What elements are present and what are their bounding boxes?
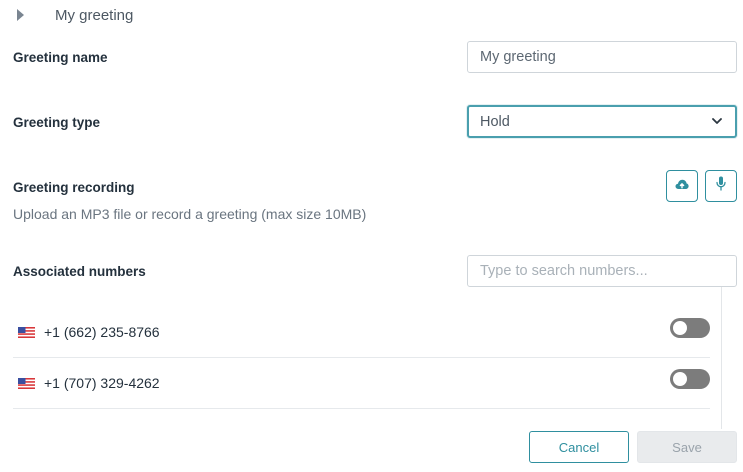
number-search-input[interactable]	[467, 255, 737, 287]
phone-number: +1 (662) 235-8766	[44, 324, 160, 340]
upload-recording-button[interactable]	[666, 170, 698, 202]
caret-right-icon[interactable]	[17, 9, 24, 21]
toggle-knob	[673, 321, 687, 335]
number-row: +1 (662) 235-8766	[13, 307, 710, 358]
greeting-type-value: Hold	[480, 113, 510, 130]
greeting-recording-label: Greeting recording	[13, 180, 135, 195]
toggle-knob	[673, 372, 687, 386]
phone-number: +1 (707) 329-4262	[44, 375, 160, 391]
number-row: +1 (707) 329-4262	[13, 358, 710, 409]
recording-hint: Upload an MP3 file or record a greeting …	[13, 206, 367, 222]
associated-numbers-label: Associated numbers	[13, 264, 146, 279]
save-button[interactable]: Save	[637, 431, 737, 463]
greeting-editor: My greeting Greeting name Greeting type …	[0, 0, 743, 472]
microphone-icon	[716, 176, 726, 196]
number-toggle[interactable]	[670, 369, 710, 389]
greeting-name-input[interactable]	[467, 41, 737, 73]
cancel-button[interactable]: Cancel	[529, 431, 629, 463]
greeting-name-label: Greeting name	[13, 50, 108, 65]
record-greeting-button[interactable]	[705, 170, 737, 202]
chevron-down-icon	[710, 115, 724, 129]
us-flag-icon	[18, 326, 35, 338]
cloud-upload-icon	[675, 177, 689, 195]
number-toggle[interactable]	[670, 318, 710, 338]
greeting-header[interactable]: My greeting	[14, 4, 133, 26]
numbers-scrollbar[interactable]	[721, 287, 737, 429]
us-flag-icon	[18, 377, 35, 389]
greeting-title: My greeting	[55, 6, 134, 24]
greeting-type-label: Greeting type	[13, 115, 101, 130]
greeting-type-select[interactable]: Hold	[467, 105, 737, 138]
numbers-list: +1 (662) 235-8766 +1 (707) 329-4262	[13, 307, 710, 409]
